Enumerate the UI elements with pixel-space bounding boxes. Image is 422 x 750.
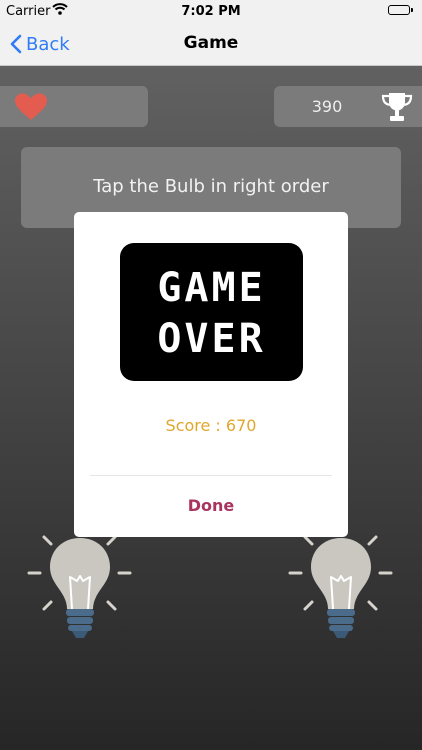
game-over-line-2: OVER — [157, 316, 266, 362]
page-title: Game — [183, 33, 239, 53]
status-time: 7:02 PM — [181, 4, 241, 19]
game-over-badge: GAME OVER — [120, 243, 303, 381]
battery-icon — [388, 5, 413, 15]
dialog-overlay: GAME OVER Score : 670 Done — [0, 66, 422, 750]
game-over-dialog: GAME OVER Score : 670 Done — [74, 212, 348, 537]
status-bar: Carrier 7:02 PM — [0, 0, 422, 22]
final-score: Score : 670 — [165, 416, 257, 435]
navigation-bar: Back Game — [0, 22, 422, 66]
done-button[interactable]: Done — [74, 476, 348, 536]
game-over-line-1: GAME — [157, 265, 266, 311]
